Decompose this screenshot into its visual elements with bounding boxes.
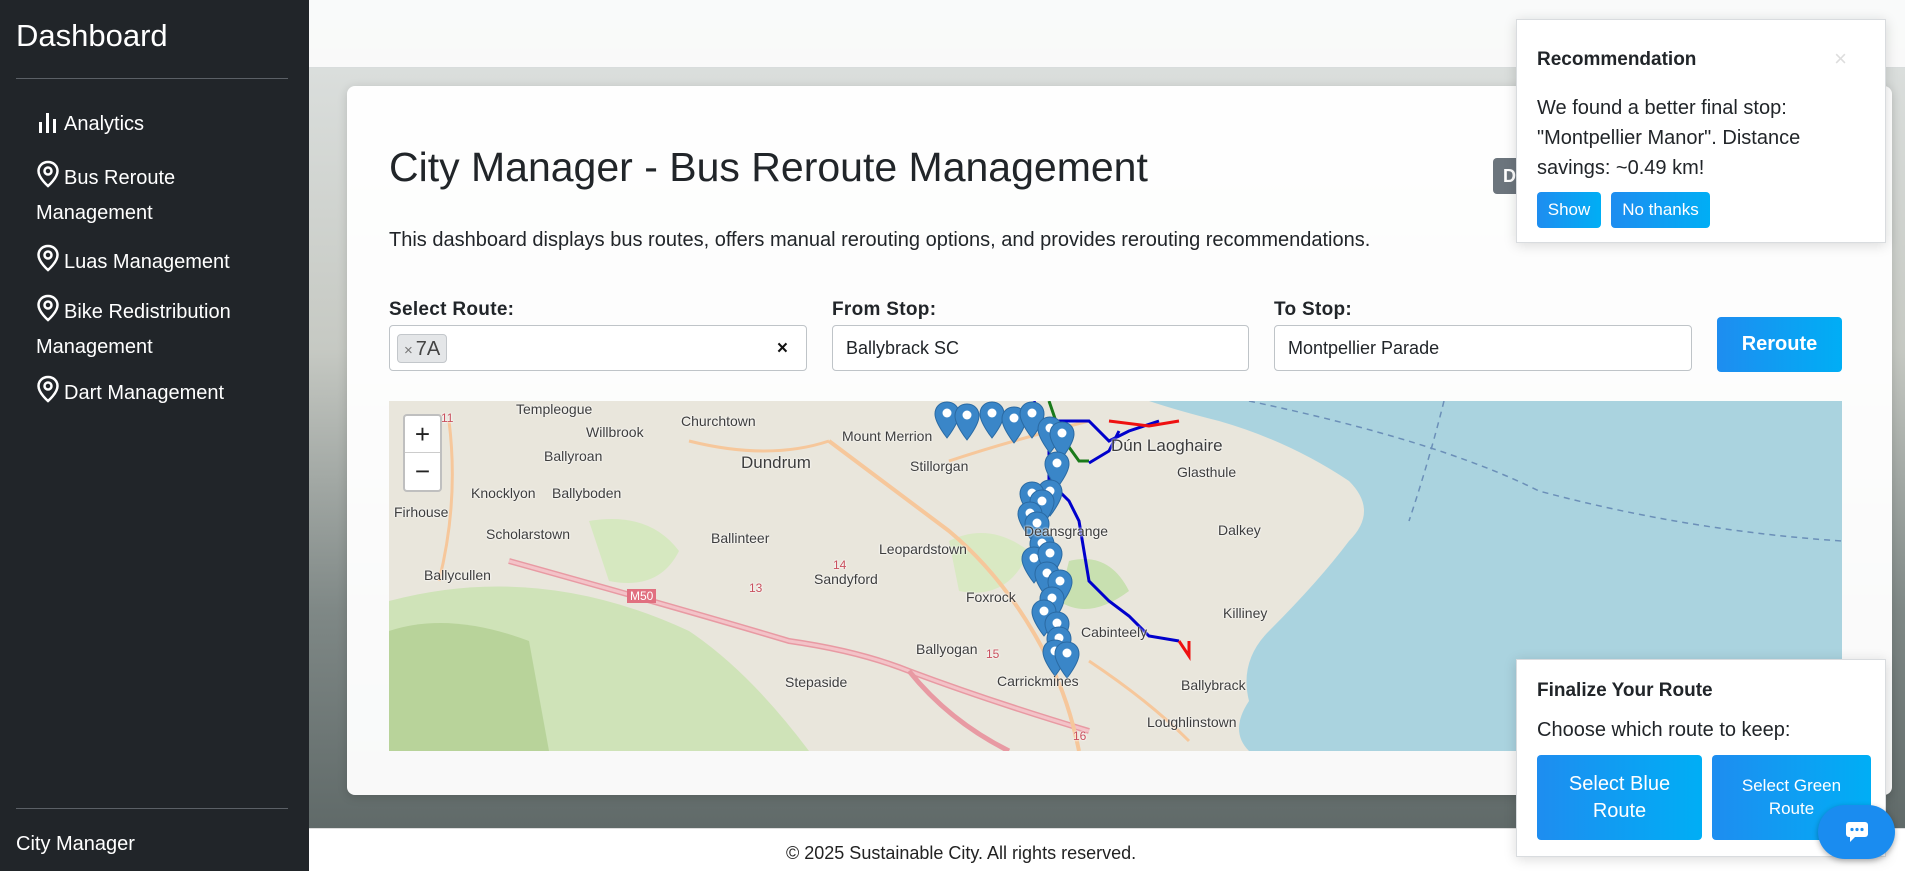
place-label: Willbrook xyxy=(586,424,644,440)
road-number: 13 xyxy=(749,581,763,595)
place-label: Churchtown xyxy=(681,413,756,429)
page-title: City Manager - Bus Reroute Management xyxy=(389,144,1148,190)
place-label: Loughlinstown xyxy=(1147,714,1237,730)
bar-chart-icon xyxy=(36,110,64,144)
sidebar-user-name[interactable]: City Manager xyxy=(16,833,135,856)
dismiss-recommendation-button[interactable]: No thanks xyxy=(1611,192,1710,228)
page-description: This dashboard displays bus routes, offe… xyxy=(389,229,1371,251)
sidebar-item-dart[interactable]: Dart Management xyxy=(36,375,276,413)
sidebar-divider xyxy=(16,78,288,79)
place-label: Glasthule xyxy=(1177,464,1237,480)
copyright-text: © 2025 Sustainable City. All rights rese… xyxy=(786,843,1137,863)
recommendation-popup: Recommendation × We found a better final… xyxy=(1516,19,1886,243)
show-recommendation-button[interactable]: Show xyxy=(1537,192,1601,228)
sidebar-title: Dashboard xyxy=(16,18,168,53)
map-pin-icon xyxy=(36,160,64,198)
close-icon[interactable]: × xyxy=(1834,46,1847,72)
sidebar-item-label: Dart Management xyxy=(64,382,225,404)
road-number: 14 xyxy=(833,558,847,572)
map-pin-icon xyxy=(36,294,64,332)
reroute-button[interactable]: Reroute xyxy=(1717,317,1842,372)
chat-button[interactable] xyxy=(1818,805,1895,859)
sidebar-item-luas[interactable]: Luas Management xyxy=(36,244,276,282)
finalize-title: Finalize Your Route xyxy=(1537,680,1713,701)
sidebar: Dashboard Analytics Bus Reroute Manageme… xyxy=(0,0,309,871)
zoom-in-button[interactable]: + xyxy=(405,416,440,453)
recommendation-text: We found a better final stop: "Montpelli… xyxy=(1537,97,1801,179)
place-label: Templeogue xyxy=(516,401,593,417)
clear-selection-icon[interactable]: × xyxy=(777,338,788,360)
place-label: Dún Laoghaire xyxy=(1111,436,1223,455)
chat-icon xyxy=(1846,822,1868,842)
sidebar-item-bus-reroute[interactable]: Bus Reroute Management xyxy=(36,160,276,229)
map-pin-icon xyxy=(36,244,64,282)
to-stop-label: To Stop: xyxy=(1274,299,1353,320)
road-number: 11 xyxy=(441,411,454,425)
place-label: Stillorgan xyxy=(910,458,969,474)
place-label: Leopardstown xyxy=(879,541,967,557)
recommendation-title: Recommendation xyxy=(1537,49,1697,70)
finalize-subtitle: Choose which route to keep: xyxy=(1537,719,1791,741)
place-label: Ballybrack xyxy=(1181,677,1246,693)
bus-stop-marker[interactable] xyxy=(954,403,980,441)
route-select[interactable]: × 7A × xyxy=(389,325,807,371)
road-shield: M50 xyxy=(627,589,657,603)
sidebar-item-label: Luas Management xyxy=(64,251,230,273)
place-label: Foxrock xyxy=(966,589,1016,605)
place-label: Carrickmines xyxy=(997,673,1079,689)
place-label: Stepaside xyxy=(785,674,848,690)
from-stop-input[interactable]: Ballybrack SC xyxy=(832,325,1249,371)
place-label: Cabinteely xyxy=(1081,624,1148,640)
chip-remove-icon[interactable]: × xyxy=(404,342,413,359)
place-label: Dundrum xyxy=(741,453,811,472)
place-label: Firhouse xyxy=(394,504,449,520)
place-label: Ballycullen xyxy=(424,567,491,583)
place-label: Ballyroan xyxy=(544,448,603,464)
place-label: Sandyford xyxy=(814,571,878,587)
map-zoom-control: + − xyxy=(403,414,442,492)
from-stop-label: From Stop: xyxy=(832,299,937,320)
zoom-out-button[interactable]: − xyxy=(405,453,440,490)
place-label: Mount Merrion xyxy=(842,428,933,444)
place-label: Ballyogan xyxy=(916,641,978,657)
place-label: Killiney xyxy=(1223,605,1268,621)
place-label: Knocklyon xyxy=(471,485,536,501)
place-label: Deansgrange xyxy=(1024,523,1109,539)
place-label: Dalkey xyxy=(1218,522,1261,538)
map-pin-icon xyxy=(36,375,64,413)
sidebar-item-label: Bike Redistribution Management xyxy=(36,301,231,358)
select-blue-route-button[interactable]: Select Blue Route xyxy=(1537,755,1702,840)
sidebar-item-analytics[interactable]: Analytics xyxy=(36,109,276,144)
sidebar-item-label: Analytics xyxy=(64,113,145,135)
route-chip[interactable]: × 7A xyxy=(397,334,448,363)
place-label: Scholarstown xyxy=(486,526,571,542)
route-chip-label: 7A xyxy=(415,338,441,360)
route-label: Select Route: xyxy=(389,299,515,320)
road-number: 16 xyxy=(1073,729,1087,743)
sidebar-item-bike-redistribution[interactable]: Bike Redistribution Management xyxy=(36,294,276,363)
sidebar-divider xyxy=(16,808,288,809)
to-stop-input[interactable]: Montpellier Parade xyxy=(1274,325,1692,371)
road-number: 15 xyxy=(986,647,1000,661)
place-label: Ballinteer xyxy=(711,530,770,546)
place-label: Ballyboden xyxy=(552,485,622,501)
